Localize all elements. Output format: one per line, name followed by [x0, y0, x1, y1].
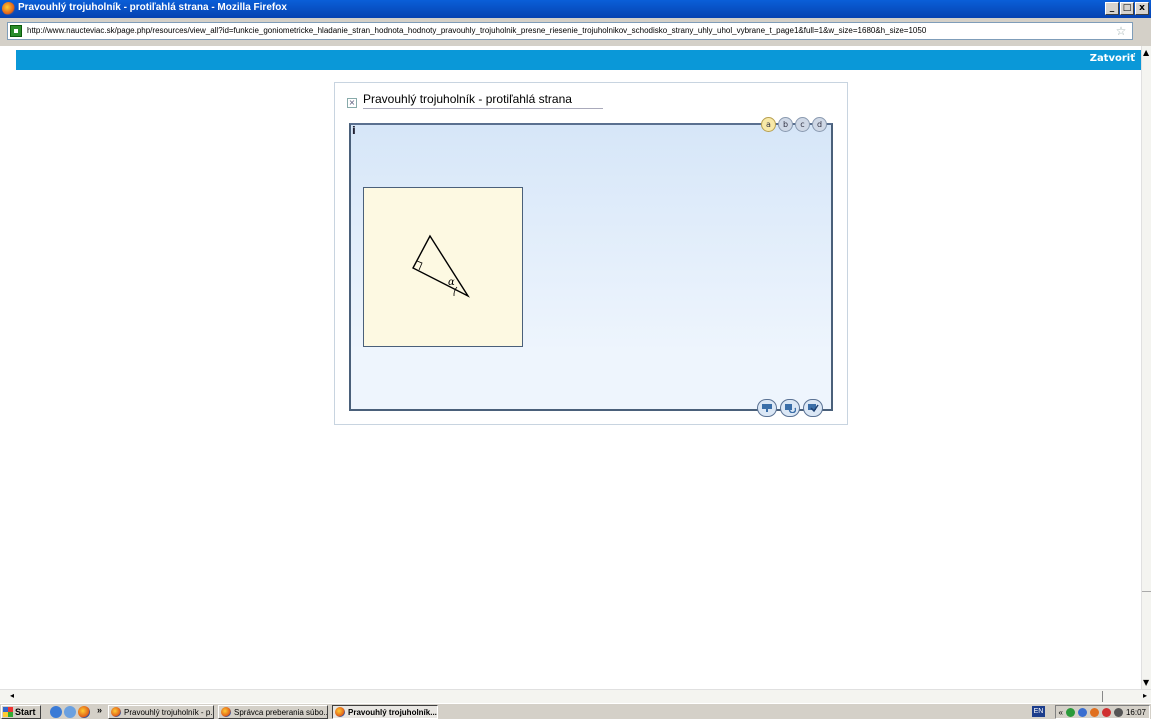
info-icon[interactable]: i [352, 124, 356, 137]
address-bar[interactable]: http://www.naucteviac.sk/page.php/resour… [7, 22, 1133, 40]
right-triangle-drawing: α [412, 234, 470, 298]
help-button[interactable] [757, 399, 777, 417]
angle-alpha-label: α [448, 277, 455, 288]
taskbar-item-label: Pravouhlý trojuholník - p... [124, 707, 214, 717]
windows-logo-icon [3, 707, 13, 717]
language-indicator[interactable]: EN [1032, 706, 1045, 717]
network-icon[interactable] [1065, 707, 1075, 717]
check-button[interactable] [803, 399, 823, 417]
navigation-toolbar: http://www.naucteviac.sk/page.php/resour… [0, 18, 1151, 46]
checkmark-icon [808, 404, 819, 413]
window-title: Pravouhlý trojuholník - protiľahlá stran… [18, 2, 287, 13]
update-icon[interactable] [1101, 707, 1111, 717]
reset-button[interactable] [780, 399, 800, 417]
start-label: Start [15, 707, 36, 717]
scroll-up-icon[interactable]: ▲ [1143, 48, 1149, 57]
tray-expand-chevron[interactable]: « [1059, 708, 1063, 717]
firefox-icon [111, 707, 121, 717]
url-text[interactable]: http://www.naucteviac.sk/page.php/resour… [27, 26, 926, 35]
vertical-scrollbar[interactable]: ▲ ▼ [1141, 46, 1151, 689]
exercise-widget: × Pravouhlý trojuholník - protiľahlá str… [334, 82, 848, 425]
firefox-icon [335, 707, 345, 717]
widget-title: Pravouhlý trojuholník - protiľahlá stran… [363, 92, 572, 106]
window-titlebar: Pravouhlý trojuholník - protiľahlá stran… [0, 0, 1151, 18]
tab-a[interactable]: a [761, 117, 776, 132]
quicklaunch-chevron[interactable]: » [97, 705, 102, 715]
windows-taskbar: Start » Pravouhlý trojuholník - p... Spr… [0, 703, 1151, 719]
tab-d[interactable]: d [812, 117, 827, 132]
scroll-down-icon[interactable]: ▼ [1143, 678, 1149, 687]
horizontal-scrollbar[interactable]: ◂ ▸ [0, 689, 1151, 703]
system-tray: « 16:07 [1054, 705, 1150, 719]
ie-quicklaunch-icon[interactable] [50, 706, 62, 718]
volume-icon[interactable] [1113, 707, 1123, 717]
scrollbar-thumb[interactable] [1142, 591, 1151, 592]
triangle-canvas[interactable]: α [363, 187, 523, 347]
bookmark-star-icon[interactable]: ☆ [1114, 23, 1128, 39]
firefox-icon [2, 2, 15, 15]
taskbar-item[interactable]: Správca preberania súbo... [218, 705, 328, 719]
bluetooth-icon[interactable] [1077, 707, 1087, 717]
minimize-button[interactable]: _ [1105, 2, 1119, 15]
security-icon[interactable] [1089, 707, 1099, 717]
site-favicon-icon [10, 25, 22, 37]
start-button[interactable]: Start [1, 705, 41, 719]
firefox-quicklaunch-icon[interactable] [78, 706, 90, 718]
tab-b[interactable]: b [778, 117, 793, 132]
taskbar-item-label: Správca preberania súbo... [234, 707, 328, 717]
title-divider [363, 108, 603, 109]
exercise-stage: i a b c d α [349, 117, 833, 417]
clock[interactable]: 16:07 [1126, 708, 1146, 717]
maximize-button[interactable]: □ [1120, 2, 1134, 15]
widget-close-icon[interactable]: × [347, 98, 357, 108]
refresh-icon [785, 404, 796, 413]
scroll-left-icon[interactable]: ◂ [10, 691, 14, 700]
close-link[interactable]: Zatvoriť [1090, 53, 1135, 64]
firefox-icon [221, 707, 231, 717]
action-buttons [757, 399, 823, 417]
exercise-tabs: a b c d [761, 117, 827, 132]
desktop-quicklaunch-icon[interactable] [64, 706, 76, 718]
taskbar-item-active[interactable]: Pravouhlý trojuholník... [332, 705, 438, 719]
window-controls: _ □ x [1105, 2, 1149, 15]
taskbar-item-label: Pravouhlý trojuholník... [348, 707, 437, 717]
tab-c[interactable]: c [795, 117, 810, 132]
taskbar-item[interactable]: Pravouhlý trojuholník - p... [108, 705, 214, 719]
header-bar: Zatvoriť [16, 50, 1141, 70]
close-window-button[interactable]: x [1135, 2, 1149, 15]
hint-icon [762, 404, 772, 412]
scroll-right-icon[interactable]: ▸ [1143, 691, 1147, 700]
scrollbar-thumb-horizontal[interactable] [1102, 691, 1103, 702]
